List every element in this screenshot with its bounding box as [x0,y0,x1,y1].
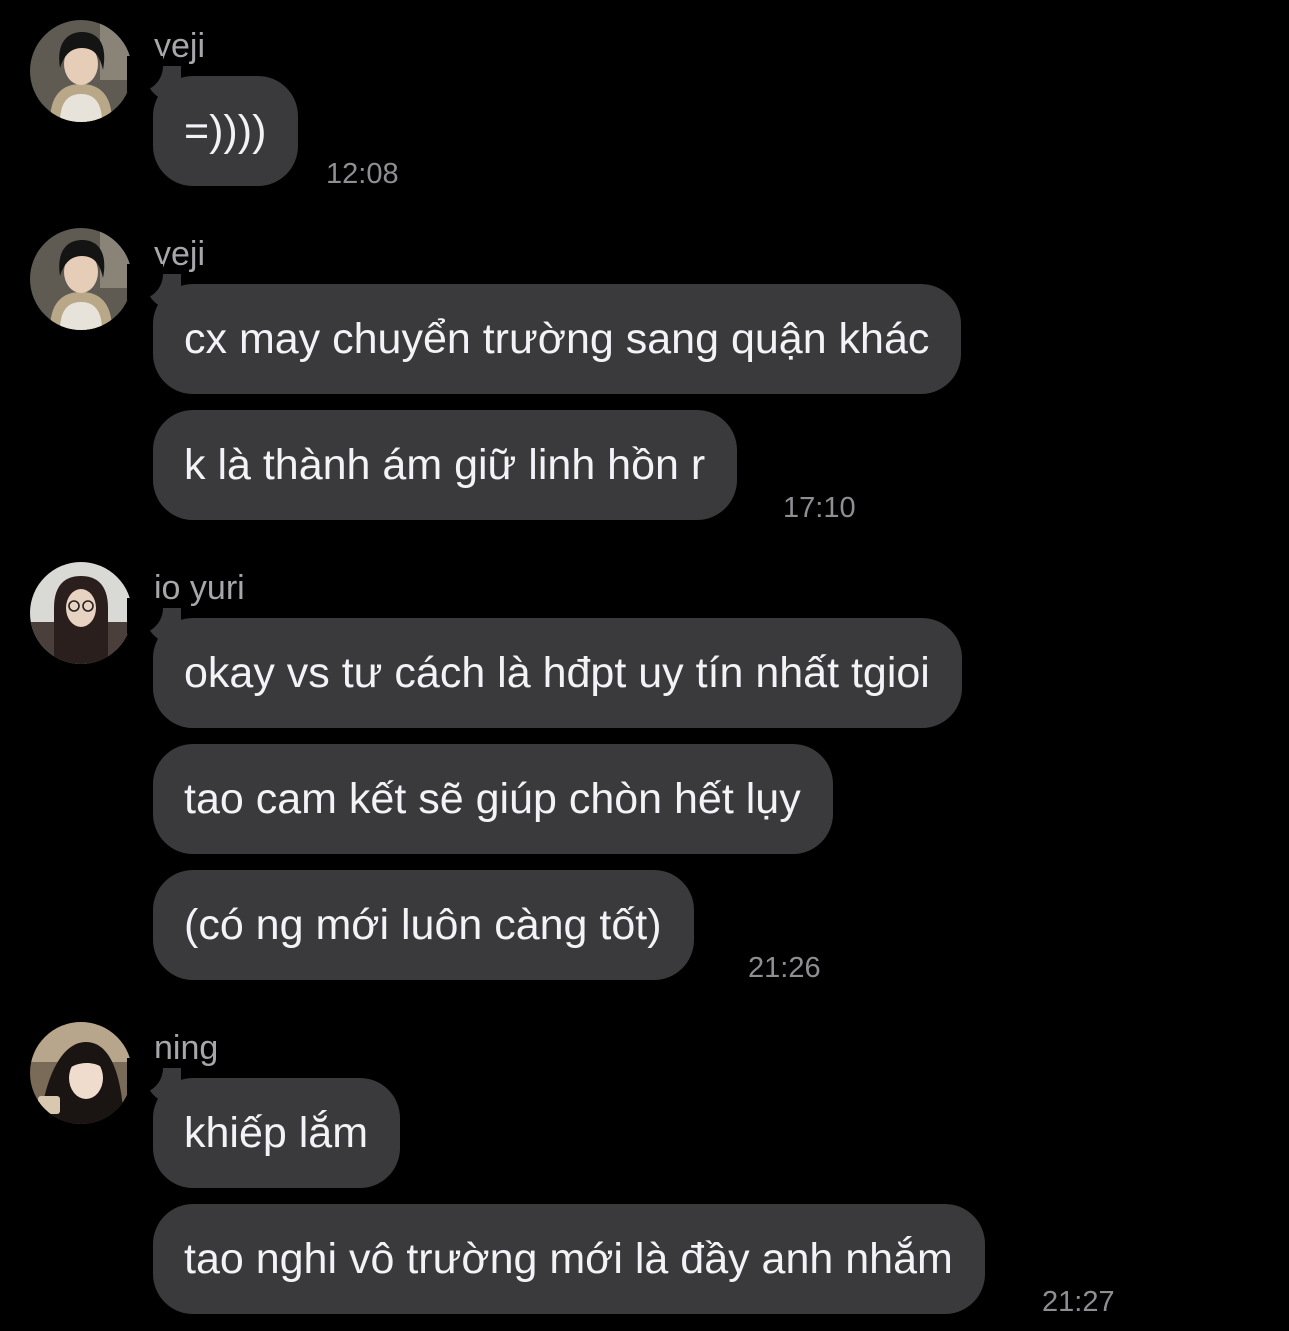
message-bubble[interactable]: khiếp lắm [126,1058,401,1188]
message-timestamp: 21:27 [1042,1286,1115,1318]
message-bubble[interactable]: tao nghi vô trường mới là đầy anh nhắm [153,1204,985,1314]
message-timestamp: 12:08 [326,158,399,190]
photo-avatar-icon [30,20,132,122]
message-bubble[interactable]: =)))) [126,56,299,186]
message-bubble[interactable]: k là thành ám giữ linh hồn r [153,410,738,520]
message-timestamp: 21:26 [748,952,821,984]
sender-name: ning [154,1029,219,1067]
message-bubble[interactable]: (có ng mới luôn càng tốt) [153,870,694,980]
avatar-ning[interactable] [30,1022,132,1124]
avatar-jo-yuri[interactable] [30,562,132,664]
photo-avatar-icon [30,228,132,330]
message-bubble[interactable]: tao cam kết sẽ giúp chòn hết lụy [153,744,833,854]
message-bubble[interactable]: okay vs tư cách là hđpt uy tín nhất tgio… [127,598,962,728]
avatar-yeji[interactable] [30,20,132,122]
sender-name: jo yuri [154,569,245,607]
avatar-yeji[interactable] [30,228,132,330]
photo-avatar-icon [30,1022,132,1124]
message-timestamp: 17:10 [783,492,856,524]
message-bubble[interactable]: cx may chuyển trường sang quận khác [126,264,962,394]
photo-avatar-icon [30,562,132,664]
chat-thread: yeji =)))) 12:08 yeji cx may chuyển trườ… [0,0,1289,1331]
